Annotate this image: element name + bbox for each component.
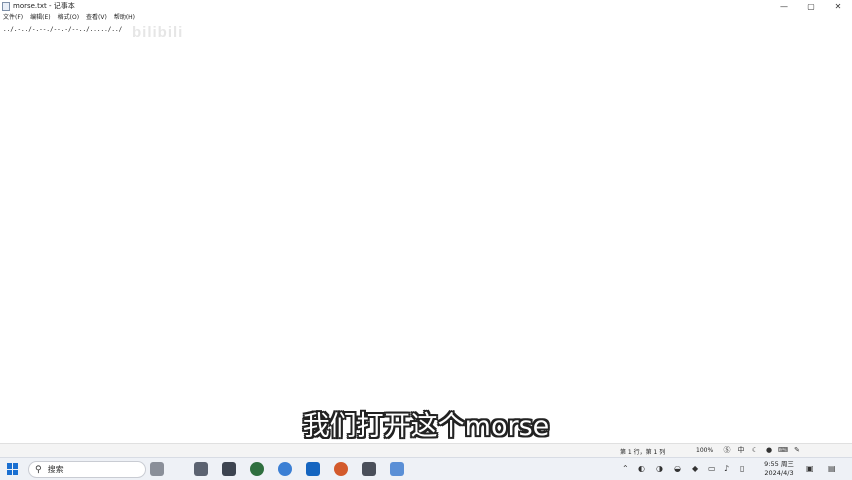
text-editor[interactable]: ../.-../-.--./--.-/--../...../../ [0, 23, 852, 443]
wrench-icon[interactable]: ✎ [792, 445, 802, 455]
notepad-window: morse.txt - 记事本 — ▢ ✕ 文件(F) 编辑(E) 格式(O) … [0, 0, 852, 457]
app-icon-5[interactable] [306, 462, 320, 476]
taskbar-clock[interactable]: 9:55 周三 2024/4/3 [760, 460, 798, 478]
search-label: 搜索 [47, 465, 64, 474]
notepad-icon [2, 1, 10, 11]
search-box[interactable]: ⚲ 搜索 [28, 461, 146, 478]
search-icon: ⚲ [35, 464, 42, 475]
maximize-button[interactable]: ▢ [799, 0, 823, 12]
windows-logo-tile [7, 469, 12, 475]
tray-app-icon-2[interactable]: ◑ [656, 464, 663, 473]
menu-edit[interactable]: 编辑(E) [30, 12, 50, 23]
battery-icon[interactable]: ▯ [740, 464, 744, 473]
menu-help[interactable]: 帮助(H) [114, 12, 135, 23]
zoom-level: 100% [696, 447, 714, 454]
moon-icon[interactable]: ☾ [750, 445, 760, 455]
task-view-icon[interactable] [194, 462, 208, 476]
minimize-button[interactable]: — [772, 0, 796, 12]
tray-app-icon-4[interactable]: ◆ [692, 464, 698, 473]
clock-time: 9:55 周三 [764, 460, 794, 468]
menu-view[interactable]: 查看(V) [86, 12, 107, 23]
tray-app-icon[interactable]: ◐ [638, 464, 645, 473]
windows-logo-tile [7, 463, 12, 469]
keyboard-icon[interactable]: ⌨ [778, 445, 788, 455]
overlay-tray-icons: Ⓢ 中 ☾ ● ⌨ ✎ [722, 443, 802, 457]
chevron-up-icon[interactable]: ⌃ [622, 464, 629, 473]
start-button[interactable] [7, 463, 19, 475]
bilibili-watermark: bilibili [132, 24, 184, 41]
menu-bar: 文件(F) 编辑(E) 格式(O) 查看(V) 帮助(H) [0, 12, 142, 23]
windows-logo-tile [13, 463, 18, 469]
notification-icon[interactable]: ▣ [806, 464, 814, 473]
close-button[interactable]: ✕ [826, 0, 850, 12]
ime-indicator[interactable]: 中 [736, 445, 746, 455]
app-icon-7[interactable] [362, 462, 376, 476]
show-desktop-icon[interactable]: ▤ [828, 464, 836, 473]
cursor-position: 第 1 行，第 1 列 [620, 449, 666, 456]
title-bar[interactable]: morse.txt - 记事本 — ▢ ✕ [0, 0, 852, 12]
clock-date: 2024/4/3 [764, 469, 794, 477]
taskbar: ⚲ 搜索 ⌃ ◐ ◑ ◒ ◆ ▭ ♪ ▯ 9:55 周三 2024/4/3 ▣ … [0, 457, 852, 480]
tray-app-icon-3[interactable]: ◒ [674, 464, 681, 473]
network-icon[interactable]: ▭ [708, 464, 716, 473]
app-icon-6[interactable] [334, 462, 348, 476]
avatar-app-icon[interactable] [150, 462, 164, 476]
window-title: morse.txt - 记事本 [13, 2, 75, 10]
menu-format[interactable]: 格式(O) [58, 12, 79, 23]
edge-icon[interactable] [278, 462, 292, 476]
editor-content[interactable]: ../.-../-.--./--.-/--../...../../ [3, 26, 122, 33]
s-icon[interactable]: Ⓢ [722, 445, 732, 455]
microphone-icon[interactable]: ● [764, 445, 774, 455]
windows-logo-tile [13, 469, 18, 475]
menu-file[interactable]: 文件(F) [3, 12, 23, 23]
notepad-taskbar-icon[interactable] [390, 462, 404, 476]
app-icon-2[interactable] [222, 462, 236, 476]
volume-icon[interactable]: ♪ [724, 464, 729, 473]
video-subtitle: 我们打开这个morse [302, 411, 550, 442]
browser-icon[interactable] [250, 462, 264, 476]
